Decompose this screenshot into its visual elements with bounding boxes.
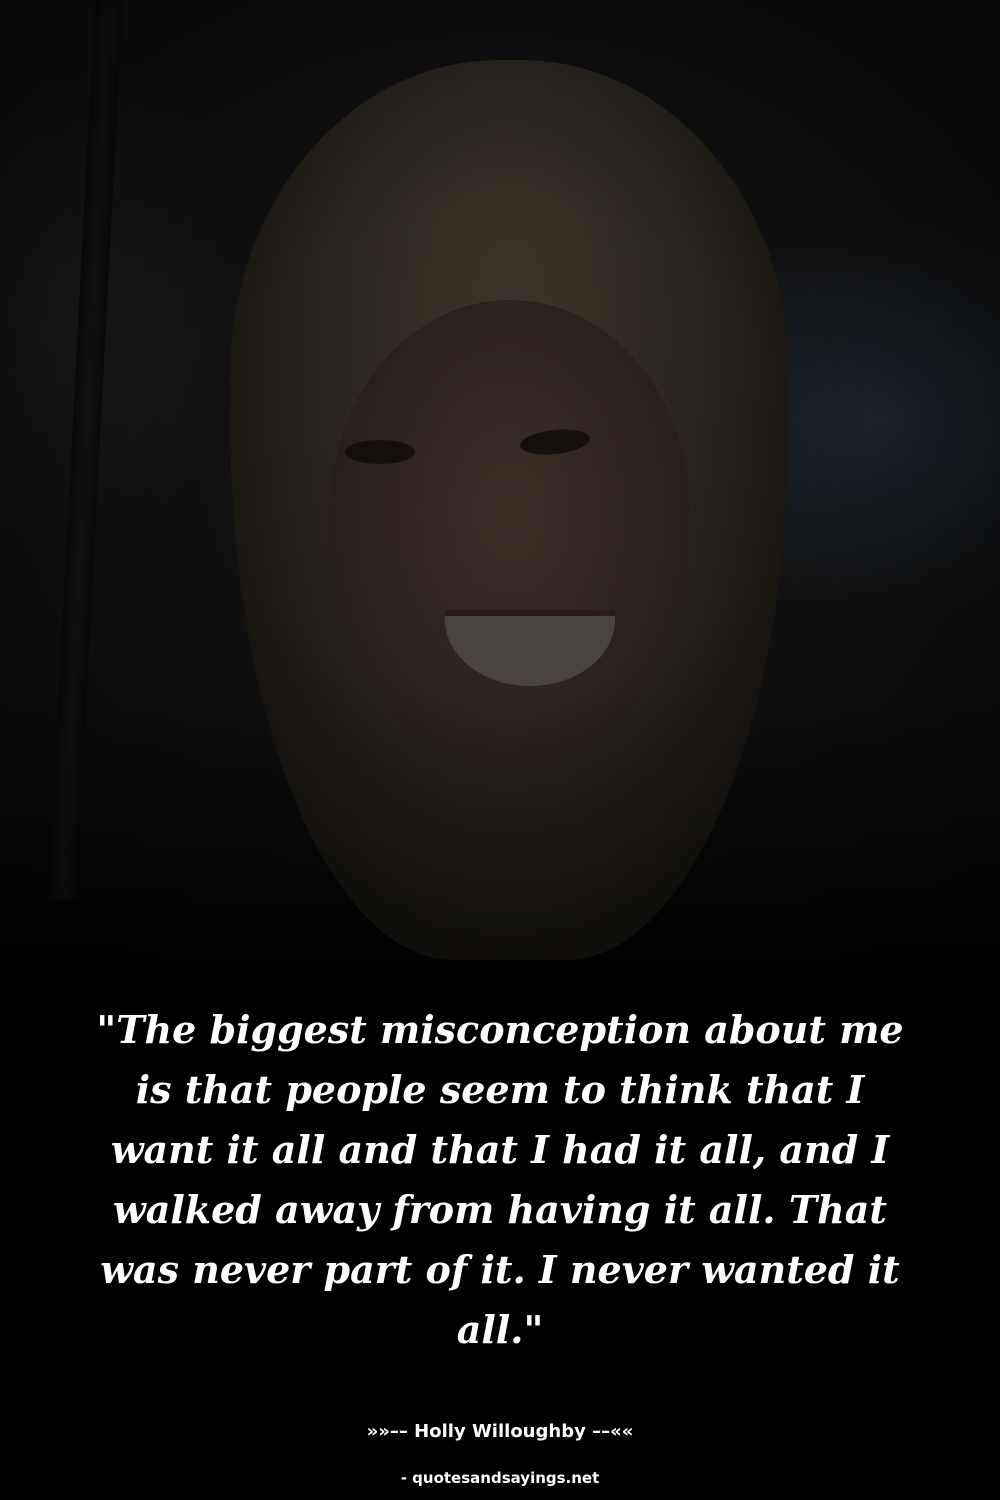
quote-text: "The biggest misconception about me is t…: [96, 1007, 904, 1352]
quote-card: "The biggest misconception about me is t…: [0, 0, 1000, 1500]
author-line: »»–– Holly Willoughby ––««: [366, 1421, 634, 1442]
photo-vignette: [0, 0, 1000, 1000]
portrait-photo: [0, 0, 1000, 1000]
source-credit: - quotesandsayings.net: [400, 1469, 600, 1487]
